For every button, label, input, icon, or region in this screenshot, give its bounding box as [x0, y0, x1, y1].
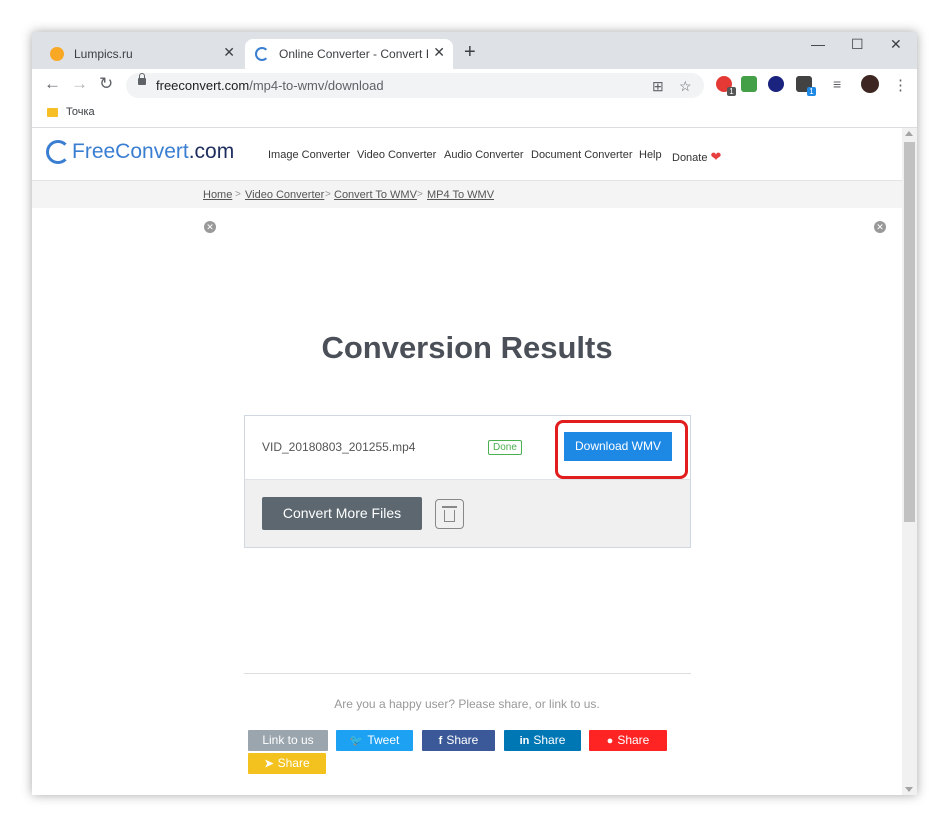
ad-close-icon[interactable]: ✕: [204, 221, 216, 233]
url-text: freeconvert.com/mp4-to-wmv/download: [156, 78, 384, 93]
browser-toolbar: ← → ↻ freeconvert.com/mp4-to-wmv/downloa…: [32, 69, 917, 101]
share-label: Tweet: [367, 733, 400, 747]
reload-icon[interactable]: ↻: [99, 74, 113, 94]
folder-icon: [47, 108, 58, 117]
breadcrumb-mp4-to-wmv[interactable]: MP4 To WMV: [427, 189, 494, 201]
telegram-icon: ➤: [264, 758, 274, 770]
nav-image-converter[interactable]: Image Converter: [268, 149, 350, 161]
site-header: FreeConvert.com Image Converter Video Co…: [32, 128, 902, 181]
trash-icon: [444, 510, 455, 522]
url-path: /mp4-to-wmv/download: [249, 78, 384, 93]
lock-icon: [138, 73, 146, 85]
heart-icon: ❤: [710, 149, 722, 164]
tweet-button[interactable]: 🐦 Tweet: [336, 730, 413, 751]
ad-close-icon[interactable]: ✕: [874, 221, 886, 233]
minimize-button[interactable]: —: [811, 36, 825, 52]
facebook-icon: f: [438, 735, 443, 747]
page-content: FreeConvert.com Image Converter Video Co…: [32, 128, 902, 795]
tab-freeconvert[interactable]: Online Converter - Convert Imag ✕: [245, 39, 453, 69]
link-to-us-button[interactable]: Link to us: [248, 730, 328, 751]
share-label: Share: [446, 733, 479, 747]
extension-box-icon[interactable]: 1: [796, 76, 816, 96]
new-tab-button[interactable]: +: [464, 41, 476, 64]
share-label: Link to us: [262, 733, 314, 747]
breadcrumb-separator: >: [235, 189, 241, 200]
trash-lid: [442, 506, 457, 508]
result-actions: Convert More Files: [245, 480, 690, 547]
tab-strip: Lumpics.ru ✕ Online Converter - Convert …: [32, 32, 917, 69]
browser-window: Lumpics.ru ✕ Online Converter - Convert …: [32, 32, 917, 795]
address-bar[interactable]: freeconvert.com/mp4-to-wmv/download ⊞ ☆: [126, 73, 704, 98]
bookmark-star-icon[interactable]: ☆: [679, 78, 692, 95]
tab-title: Lumpics.ru: [74, 47, 133, 61]
donate-label: Donate: [672, 152, 708, 164]
breadcrumb-convert-to-wmv[interactable]: Convert To WMV: [334, 189, 417, 201]
url-host: freeconvert.com: [156, 78, 250, 93]
breadcrumb-home[interactable]: Home: [203, 189, 232, 201]
share-prompt: Are you a happy user? Please share, or l…: [334, 697, 600, 711]
forward-arrow-icon[interactable]: →: [71, 74, 88, 94]
back-arrow-icon[interactable]: ←: [44, 74, 61, 94]
scroll-thumb[interactable]: [904, 142, 915, 522]
convert-more-files-button[interactable]: Convert More Files: [262, 497, 422, 530]
result-row: VID_20180803_201255.mp4 Done Download WM…: [245, 416, 690, 480]
linkedin-share-button[interactable]: in Share: [504, 730, 581, 751]
avatar[interactable]: [861, 75, 879, 93]
reddit-share-button[interactable]: ● Share: [589, 730, 667, 751]
logo-suffix: .com: [188, 140, 235, 163]
share-label: Share: [277, 756, 310, 770]
translate-icon[interactable]: ⊞: [652, 78, 664, 95]
reddit-icon: ●: [606, 735, 614, 747]
nav-donate[interactable]: Donate ❤: [672, 149, 721, 165]
divider: [244, 673, 691, 674]
download-wmv-button[interactable]: Download WMV: [564, 432, 672, 461]
extension-opera-icon[interactable]: 1: [716, 76, 736, 96]
file-name: VID_20180803_201255.mp4: [262, 440, 416, 454]
freeconvert-logo-icon: [46, 140, 70, 164]
breadcrumb-separator: >: [417, 189, 423, 200]
page-title: Conversion Results: [321, 330, 613, 365]
lumpics-favicon-icon: [50, 47, 64, 61]
breadcrumb-video-converter[interactable]: Video Converter: [245, 189, 324, 201]
logo-text: FreeConvert: [72, 140, 189, 163]
tab-title: Online Converter - Convert Imag: [279, 47, 429, 61]
nav-video-converter[interactable]: Video Converter: [357, 149, 436, 161]
scroll-up-arrow-icon[interactable]: [905, 131, 913, 136]
menu-kebab-icon[interactable]: ⋮: [893, 76, 908, 94]
bookmark-item[interactable]: Точка: [66, 106, 95, 118]
facebook-share-button[interactable]: f Share: [422, 730, 495, 751]
bookmarks-bar: Точка: [32, 101, 917, 128]
nav-audio-converter[interactable]: Audio Converter: [444, 149, 524, 161]
site-logo[interactable]: FreeConvert.com: [72, 140, 234, 164]
twitter-icon: 🐦: [349, 735, 364, 747]
breadcrumb: Home > Video Converter > Convert To WMV …: [32, 181, 902, 208]
close-tab-icon[interactable]: ✕: [433, 44, 445, 61]
nav-document-converter[interactable]: Document Converter: [531, 149, 633, 161]
media-queue-icon[interactable]: ≡: [833, 76, 841, 92]
extension-globe-icon[interactable]: [768, 76, 784, 92]
share-label: Share: [617, 733, 650, 747]
delete-button[interactable]: [435, 499, 464, 529]
status-badge: Done: [488, 440, 522, 455]
nav-help[interactable]: Help: [639, 149, 662, 161]
close-tab-icon[interactable]: ✕: [223, 44, 235, 61]
maximize-button[interactable]: ☐: [851, 36, 864, 53]
linkedin-icon: in: [519, 735, 530, 747]
extension-check-icon[interactable]: [741, 76, 757, 92]
freeconvert-favicon-icon: [255, 47, 269, 61]
scroll-down-arrow-icon[interactable]: [905, 787, 913, 792]
telegram-share-button[interactable]: ➤ Share: [248, 753, 326, 774]
scrollbar[interactable]: [902, 128, 917, 795]
breadcrumb-separator: >: [325, 189, 331, 200]
tab-lumpics[interactable]: Lumpics.ru ✕: [40, 39, 243, 69]
close-window-button[interactable]: ✕: [890, 36, 902, 53]
share-label: Share: [533, 733, 566, 747]
conversion-result-card: VID_20180803_201255.mp4 Done Download WM…: [244, 415, 691, 548]
